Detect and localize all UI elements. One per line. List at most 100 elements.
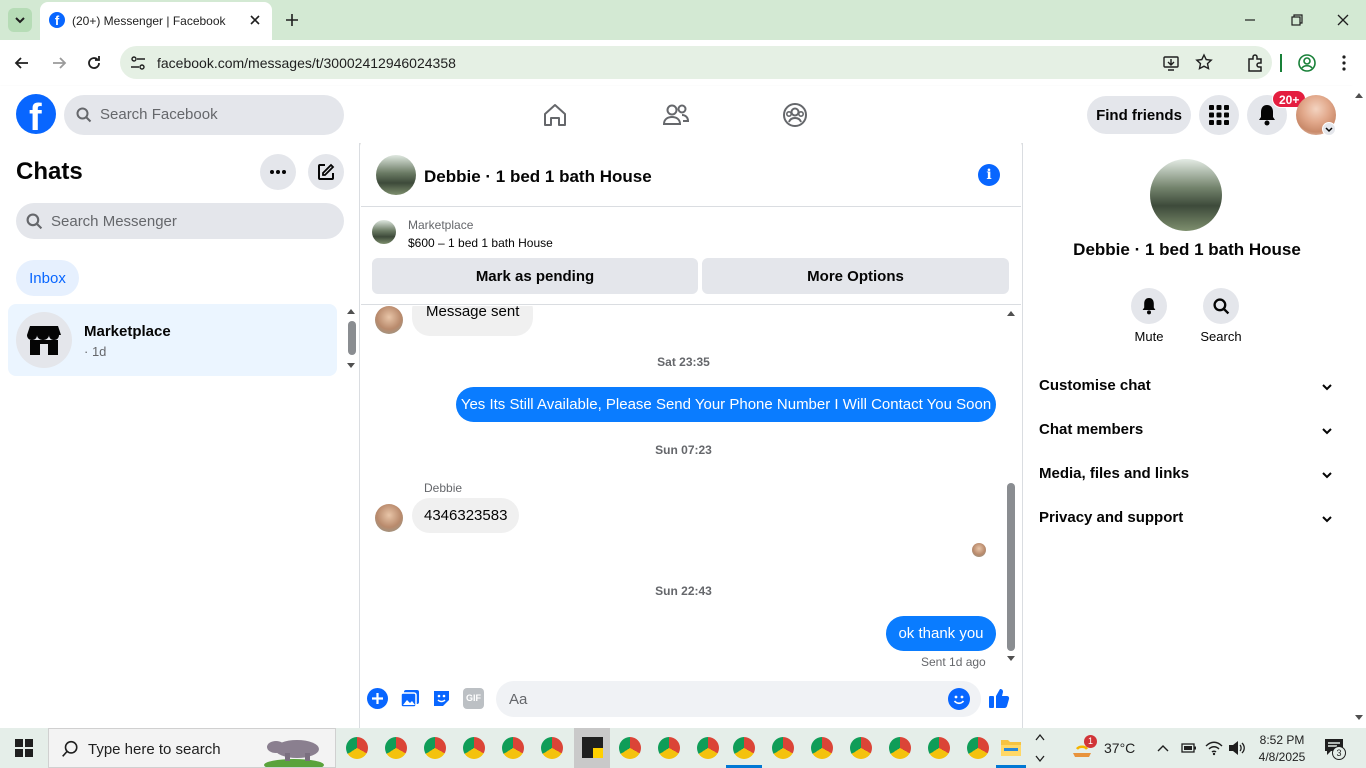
nav-friends-icon[interactable]: [662, 102, 690, 128]
chrome-taskbar-icon[interactable]: [385, 737, 407, 759]
profile-icon[interactable]: [1297, 53, 1317, 73]
section-customise-chat[interactable]: Customise chat: [1031, 369, 1343, 405]
chat-list-scrollbar-thumb[interactable]: [348, 321, 356, 355]
back-icon[interactable]: [12, 53, 32, 73]
more-options-label: More Options: [807, 267, 904, 285]
chrome-taskbar-icon-active[interactable]: [733, 737, 755, 759]
chrome-taskbar-icon[interactable]: [772, 737, 794, 759]
sticker-icon[interactable]: [431, 688, 452, 709]
emoji-icon[interactable]: [948, 688, 970, 710]
new-message-button[interactable]: [308, 154, 344, 190]
thread-scroll-down-icon[interactable]: [1006, 655, 1016, 663]
windows-logo-icon: [15, 739, 33, 757]
file-explorer-taskbar-icon[interactable]: [1000, 737, 1022, 757]
message-input[interactable]: Aa: [496, 681, 981, 717]
url-text: facebook.com/messages/t/3000241294602435…: [157, 55, 456, 71]
chrome-taskbar-icon[interactable]: [928, 737, 950, 759]
wifi-icon[interactable]: [1205, 740, 1223, 756]
message-bubble-outgoing[interactable]: Yes Its Still Available, Please Send You…: [456, 387, 996, 422]
nav-home-icon[interactable]: [542, 102, 568, 128]
tab-search-button[interactable]: [8, 8, 32, 32]
chevron-down-icon: [15, 17, 25, 24]
reload-icon[interactable]: [84, 53, 104, 73]
search-conversation-button[interactable]: [1203, 288, 1239, 324]
page-scroll-down-icon[interactable]: [1354, 714, 1364, 722]
facebook-search-input[interactable]: Search Facebook: [64, 95, 344, 135]
search-messenger-input[interactable]: Search Messenger: [16, 203, 344, 239]
chrome-taskbar-icon[interactable]: [889, 737, 911, 759]
extensions-icon[interactable]: [1245, 53, 1265, 73]
mute-label: Mute: [1134, 329, 1164, 344]
thread-scroll-up-icon[interactable]: [1006, 309, 1016, 317]
more-options-button[interactable]: More Options: [702, 258, 1009, 294]
clock[interactable]: 8:52 PM 4/8/2025: [1256, 731, 1308, 765]
thread-scrollbar-thumb[interactable]: [1007, 483, 1015, 651]
account-chevron-icon[interactable]: [1322, 122, 1336, 136]
chrome-taskbar-icon[interactable]: [619, 737, 641, 759]
taskbar-overflow-arrows[interactable]: [1034, 731, 1046, 765]
taskbar-search-box[interactable]: Type here to search: [48, 728, 336, 768]
listing-thumbnail[interactable]: [372, 220, 396, 244]
start-button[interactable]: [0, 728, 48, 768]
chrome-taskbar-icon[interactable]: [811, 737, 833, 759]
message-bubble-outgoing[interactable]: ok thank you: [886, 616, 996, 651]
tab-close-icon[interactable]: [246, 11, 264, 29]
browser-menu-icon[interactable]: [1334, 53, 1354, 73]
chrome-taskbar-icon[interactable]: [424, 737, 446, 759]
new-tab-icon[interactable]: [282, 10, 302, 30]
page-scrollbar[interactable]: [1352, 86, 1366, 728]
chat-list-scroll-up-icon[interactable]: [346, 307, 356, 315]
chrome-taskbar-icon[interactable]: [850, 737, 872, 759]
volume-icon[interactable]: [1228, 740, 1246, 756]
section-label: Privacy and support: [1039, 509, 1184, 526]
message-bubble-incoming[interactable]: Message sent: [412, 306, 534, 336]
find-friends-button[interactable]: Find friends: [1087, 96, 1191, 134]
chrome-taskbar-icon[interactable]: [502, 737, 524, 759]
page-scroll-up-icon[interactable]: [1354, 91, 1364, 99]
chrome-taskbar-icon[interactable]: [463, 737, 485, 759]
browser-tab-active[interactable]: f (20+) Messenger | Facebook: [40, 2, 272, 40]
sticky-notes-taskbar-icon[interactable]: [574, 728, 610, 768]
facebook-logo-icon[interactable]: f: [16, 94, 56, 134]
minimize-icon[interactable]: [1240, 10, 1260, 30]
conversation-info-icon[interactable]: i: [978, 164, 1000, 186]
thumbs-up-icon[interactable]: [988, 687, 1010, 709]
mark-pending-button[interactable]: Mark as pending: [372, 258, 698, 294]
chrome-taskbar-icon[interactable]: [697, 737, 719, 759]
weather-temperature[interactable]: 37°C: [1104, 740, 1135, 756]
forward-icon[interactable]: [49, 53, 69, 73]
window-close-icon[interactable]: [1333, 10, 1353, 30]
filter-inbox-tab[interactable]: Inbox: [16, 260, 79, 296]
section-privacy-support[interactable]: Privacy and support: [1031, 501, 1343, 537]
gif-icon[interactable]: GIF: [463, 688, 484, 709]
bookmark-star-icon[interactable]: [1195, 53, 1213, 71]
message-bubble-incoming[interactable]: 4346323583: [412, 498, 520, 533]
chrome-taskbar-icon[interactable]: [541, 737, 563, 759]
battery-icon[interactable]: [1181, 742, 1197, 754]
restore-icon[interactable]: [1287, 10, 1307, 30]
listing-title[interactable]: $600 – 1 bed 1 bath House: [408, 236, 553, 250]
conversation-title[interactable]: Debbie · 1 bed 1 bath House: [424, 167, 652, 187]
more-actions-icon[interactable]: [367, 688, 388, 709]
chrome-taskbar-icon[interactable]: [658, 737, 680, 759]
notification-center-icon[interactable]: 3: [1324, 738, 1348, 760]
show-hidden-icons-icon[interactable]: [1156, 741, 1170, 755]
menu-button[interactable]: [1199, 95, 1239, 135]
mute-button[interactable]: [1131, 288, 1167, 324]
conversation-avatar[interactable]: [376, 155, 416, 195]
nav-groups-icon[interactable]: [782, 102, 808, 128]
chat-list-scroll-down-icon[interactable]: [346, 362, 356, 370]
hippo-graphic: [259, 735, 329, 767]
sender-name: Debbie: [424, 481, 463, 495]
chrome-taskbar-icon[interactable]: [346, 737, 368, 759]
site-info-icon[interactable]: [129, 54, 147, 72]
section-media-files-links[interactable]: Media, files and links: [1031, 457, 1343, 493]
section-chat-members[interactable]: Chat members: [1031, 413, 1343, 449]
chrome-taskbar-icon[interactable]: [967, 737, 989, 759]
attach-image-icon[interactable]: [400, 688, 421, 709]
info-avatar[interactable]: [1150, 159, 1222, 231]
chat-list-item[interactable]: Marketplace · 1d: [8, 304, 337, 376]
address-bar[interactable]: facebook.com/messages/t/3000241294602435…: [120, 46, 1272, 79]
chats-options-button[interactable]: [260, 154, 296, 190]
install-app-icon[interactable]: [1162, 54, 1180, 72]
